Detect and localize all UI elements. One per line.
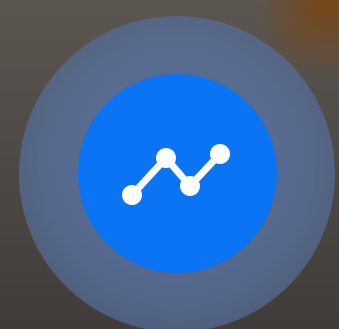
- blurred-background: [0, 0, 339, 329]
- trend-line-chart-icon: [122, 144, 230, 205]
- charts-button[interactable]: [78, 74, 277, 273]
